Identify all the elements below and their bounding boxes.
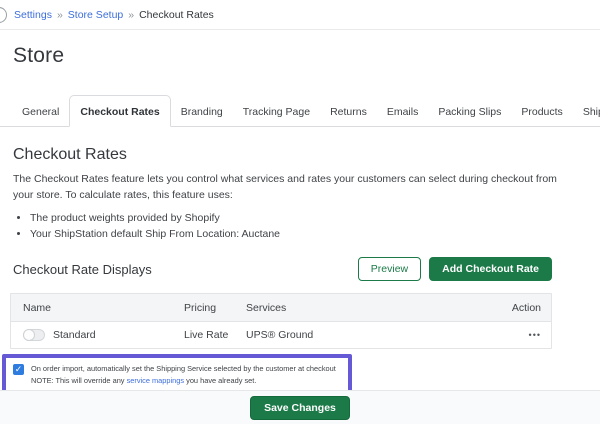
tab-products[interactable]: Products — [511, 98, 572, 126]
column-header-services: Services — [246, 301, 287, 314]
back-circle-icon[interactable] — [0, 7, 7, 23]
rate-enabled-toggle[interactable] — [23, 329, 45, 341]
tab-shipping-services[interactable]: Shipping Services — [573, 98, 600, 126]
page-title: Store — [13, 44, 65, 67]
section-description: The Checkout Rates feature lets you cont… — [13, 173, 557, 201]
breadcrumb-separator: » — [128, 8, 135, 21]
toggle-knob — [23, 329, 35, 341]
tab-bar: General Checkout Rates Branding Tracking… — [0, 95, 600, 127]
column-header-name: Name — [23, 301, 52, 314]
rate-services: UPS® Ground — [246, 329, 314, 341]
breadcrumb-current: Checkout Rates — [139, 8, 214, 21]
save-changes-button[interactable]: Save Changes — [250, 395, 350, 420]
note-suffix: you have already set. — [184, 376, 257, 385]
tab-general[interactable]: General — [12, 98, 69, 126]
tab-packing-slips[interactable]: Packing Slips — [428, 98, 511, 126]
tab-emails[interactable]: Emails — [377, 98, 429, 126]
auto-set-note: NOTE: This will override any service map… — [31, 375, 336, 387]
rate-pricing: Live Rate — [184, 329, 229, 341]
rate-name: Standard — [53, 329, 96, 341]
bullet-ship-from-location: Your ShipStation default Ship From Locat… — [30, 226, 600, 242]
tab-checkout-rates[interactable]: Checkout Rates — [69, 95, 171, 127]
preview-button[interactable]: Preview — [357, 257, 422, 281]
tab-returns[interactable]: Returns — [320, 98, 377, 126]
table-row: Standard Live Rate UPS® Ground ••• — [11, 322, 551, 348]
breadcrumb: Settings » Store Setup » Checkout Rates — [0, 0, 600, 30]
breadcrumb-store-setup[interactable]: Store Setup — [68, 9, 123, 21]
note-prefix: NOTE: This will override any — [31, 376, 127, 385]
breadcrumb-separator: » — [56, 8, 63, 21]
bullet-product-weights: The product weights provided by Shopify — [30, 210, 600, 226]
table-header-row: Name Pricing Services Action — [11, 294, 551, 322]
add-checkout-rate-button[interactable]: Add Checkout Rate — [429, 257, 552, 281]
section-heading: Checkout Rates — [13, 146, 127, 163]
column-header-pricing: Pricing — [184, 301, 217, 314]
checkout-rates-table: Name Pricing Services Action Standard Li… — [10, 293, 552, 349]
row-actions-menu-icon[interactable]: ••• — [481, 330, 541, 340]
breadcrumb-settings[interactable]: Settings — [14, 9, 52, 21]
service-mappings-link[interactable]: service mappings — [127, 376, 185, 385]
tab-tracking-page[interactable]: Tracking Page — [233, 98, 320, 126]
displays-heading: Checkout Rate Displays — [13, 261, 152, 277]
tab-branding[interactable]: Branding — [171, 98, 233, 126]
section-bullet-list: The product weights provided by Shopify … — [30, 210, 600, 242]
auto-set-checkbox[interactable]: ✓ — [13, 364, 24, 375]
displays-header-row: Checkout Rate Displays Preview Add Check… — [10, 257, 552, 281]
column-header-action: Action — [511, 301, 541, 314]
footer-bar: Save Changes — [0, 390, 600, 424]
auto-set-label: On order import, automatically set the S… — [31, 364, 336, 373]
